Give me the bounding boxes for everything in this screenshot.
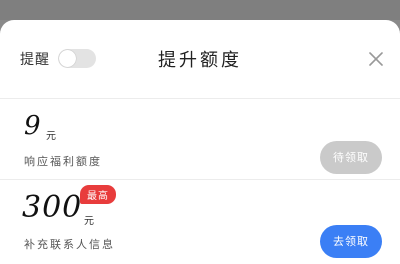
max-badge: 最高 — [80, 185, 116, 204]
offer-unit: 元 — [46, 131, 56, 142]
offer-unit: 元 — [84, 216, 94, 227]
close-icon[interactable] — [366, 49, 386, 69]
sheet-header: 提醒 提升额度 — [0, 20, 400, 99]
sheet-title: 提升额度 — [158, 50, 242, 71]
dimmed-background — [0, 0, 400, 20]
offer-row: 300 元 最高 补充联系人信息 去领取 — [0, 180, 400, 264]
raise-limit-sheet: 提醒 提升额度 9 元 响应福利额度 待领取 300 元 最高 补充联系人信息 … — [0, 20, 400, 264]
offer-amount: 300 — [22, 190, 83, 225]
offer-amount: 9 — [24, 111, 41, 141]
claim-button[interactable]: 去领取 — [320, 225, 382, 258]
offer-description: 补充联系人信息 — [24, 238, 115, 251]
offer-description: 响应福利额度 — [24, 155, 102, 168]
offer-row: 9 元 响应福利额度 待领取 — [0, 99, 400, 180]
pending-claim-button[interactable]: 待领取 — [320, 141, 382, 174]
